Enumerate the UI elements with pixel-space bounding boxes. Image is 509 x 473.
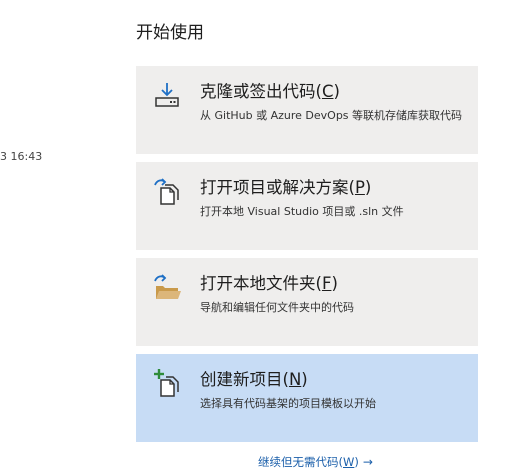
clone-title: 克隆或签出代码(C) [200, 82, 340, 101]
create-new-project-button[interactable]: 创建新项目(N) 选择具有代码基架的项目模板以开始 [136, 354, 478, 442]
continue-without-code-link[interactable]: 继续但无需代码(W) → [258, 454, 373, 470]
new-project-description: 选择具有代码基架的项目模板以开始 [200, 397, 376, 410]
new-project-icon [154, 369, 179, 397]
new-project-title: 创建新项目(N) [200, 370, 308, 389]
open-folder-title: 打开本地文件夹(F) [200, 274, 338, 293]
arrow-right-icon: → [362, 455, 373, 469]
section-title-get-started: 开始使用 [136, 23, 204, 43]
clone-download-icon [155, 83, 179, 107]
open-project-description: 打开本地 Visual Studio 项目或 .sln 文件 [200, 205, 404, 218]
open-local-folder-button[interactable]: 打开本地文件夹(F) 导航和编辑任何文件夹中的代码 [136, 258, 478, 346]
start-window: 3 16:43 开始使用 克隆或签出代码(C) 从 GitHub 或 Azure… [0, 0, 509, 473]
open-project-title: 打开项目或解决方案(P) [200, 178, 372, 197]
open-folder-icon [154, 274, 181, 299]
clone-description: 从 GitHub 或 Azure DevOps 等联机存储库获取代码 [200, 109, 463, 122]
open-folder-description: 导航和编辑任何文件夹中的代码 [200, 301, 354, 314]
clone-repository-button[interactable]: 克隆或签出代码(C) 从 GitHub 或 Azure DevOps 等联机存储… [136, 66, 478, 154]
open-project-icon [154, 178, 179, 205]
open-project-button[interactable]: 打开项目或解决方案(P) 打开本地 Visual Studio 项目或 .sln… [136, 162, 478, 250]
recent-item-timestamp: 3 16:43 [0, 150, 43, 163]
